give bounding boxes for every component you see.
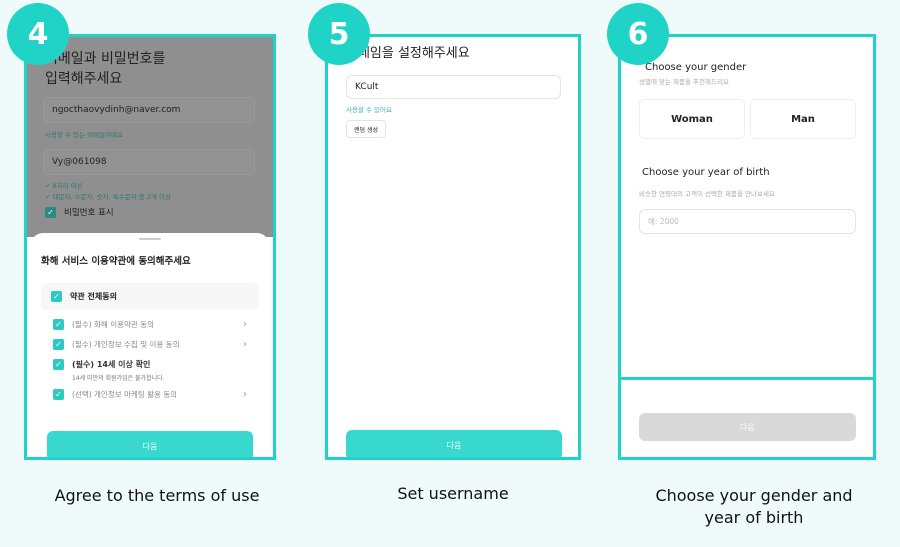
sub-label: 14세 미만의 회원가입은 불가합니다. bbox=[72, 375, 165, 382]
nickname-hint: 사용할 수 있어요 bbox=[346, 106, 392, 114]
term-row[interactable]: ✓ (필수) 14세 이상 확인 14세 미만의 회원가입은 불가합니다. bbox=[53, 359, 247, 382]
chevron-right-icon[interactable]: › bbox=[243, 319, 247, 330]
divider bbox=[621, 377, 873, 380]
woman-button[interactable]: Woman bbox=[639, 99, 745, 139]
agree-all-row[interactable]: ✓ 약관 전체동의 bbox=[41, 283, 259, 310]
label: (선택) 개인정보 마케팅 활용 동의 bbox=[72, 390, 178, 399]
screen-terms: 이메일과 비밀번호를 입력해주세요 ngocthaovydinh@naver.c… bbox=[24, 34, 276, 460]
term-row[interactable]: ✓ (선택) 개인정보 마케팅 활용 동의 › bbox=[53, 389, 247, 400]
page-title: 이메일과 비밀번호를 입력해주세요 bbox=[45, 51, 166, 87]
term-row[interactable]: ✓ (필수) 개인정보 수집 및 이용 동의 › bbox=[53, 339, 247, 350]
checkbox-icon: ✓ bbox=[51, 291, 62, 302]
step-badge-5: 5 bbox=[308, 3, 370, 65]
step-caption: Agree to the terms of use bbox=[54, 486, 260, 505]
step-caption: Set username bbox=[397, 484, 509, 503]
gender-subtitle: 성별에 맞는 제품을 추천해드리요 bbox=[639, 78, 729, 86]
rule-text: 대문자, 소문자, 숫자, 특수문자 중 2개 이상 bbox=[52, 193, 171, 201]
man-button[interactable]: Man bbox=[750, 99, 856, 139]
next-button[interactable]: 다음 bbox=[346, 430, 562, 457]
sheet-title: 화해 서비스 이용약관에 동의해주세요 bbox=[41, 256, 191, 267]
checkbox-icon: ✓ bbox=[53, 359, 64, 370]
chevron-right-icon[interactable]: › bbox=[243, 339, 247, 350]
label: (필수) 화해 이용약관 동의 bbox=[72, 320, 155, 329]
term-row[interactable]: ✓ (필수) 화해 이용약관 동의 › bbox=[53, 319, 247, 330]
screen-profile: Choose your gender 성별에 맞는 제품을 추천해드리요 Wom… bbox=[618, 34, 876, 460]
email-hint: 사용할 수 있는 이메일이에요 bbox=[45, 131, 123, 139]
birth-year-input[interactable]: 예: 2000 bbox=[639, 209, 856, 234]
chevron-right-icon[interactable]: › bbox=[243, 389, 247, 400]
label: (필수) 개인정보 수집 및 이용 동의 bbox=[72, 340, 180, 349]
show-password-checkbox[interactable]: ✓ 비밀번호 표시 bbox=[45, 206, 114, 218]
rule-text: 8자리 이상 bbox=[52, 182, 83, 190]
screen-username: 닉네임을 설정해주세요 KCult 사용할 수 있어요 랜덤 생성 다음 bbox=[325, 34, 581, 460]
gender-title: Choose your gender bbox=[645, 62, 747, 73]
next-button[interactable]: 다음 bbox=[47, 431, 253, 457]
step-badge-6: 6 bbox=[607, 3, 669, 65]
label: 비밀번호 표시 bbox=[64, 208, 114, 218]
checkbox-icon: ✓ bbox=[45, 207, 56, 218]
checkbox-icon: ✓ bbox=[53, 389, 64, 400]
label: 약관 전체동의 bbox=[70, 292, 117, 301]
password-rule: ✓ 8자리 이상 bbox=[45, 182, 83, 190]
email-field[interactable]: ngocthaovydinh@naver.com bbox=[43, 97, 255, 123]
year-title: Choose your year of birth bbox=[642, 167, 770, 178]
drag-handle[interactable] bbox=[139, 238, 161, 240]
random-generate-button[interactable]: 랜덤 생성 bbox=[346, 120, 386, 138]
label: (필수) 14세 이상 확인 bbox=[72, 360, 151, 369]
checkbox-icon: ✓ bbox=[53, 339, 64, 350]
next-button-disabled[interactable]: 다음 bbox=[639, 413, 856, 441]
step-caption: Choose your gender and year of birth bbox=[655, 486, 853, 527]
year-subtitle: 비슷한 연령대의 고객이 선택한 제품을 만나보세요 bbox=[639, 190, 775, 198]
password-rule: ✓ 대문자, 소문자, 숫자, 특수문자 중 2개 이상 bbox=[45, 193, 171, 201]
password-field[interactable]: Vy@061098 bbox=[43, 149, 255, 175]
terms-sheet: 화해 서비스 이용약관에 동의해주세요 ✓ 약관 전체동의 ✓ (필수) 화해 이용… bbox=[31, 233, 269, 457]
nickname-field[interactable]: KCult bbox=[346, 75, 561, 99]
step-badge-4: 4 bbox=[7, 3, 69, 65]
checkbox-icon: ✓ bbox=[53, 319, 64, 330]
